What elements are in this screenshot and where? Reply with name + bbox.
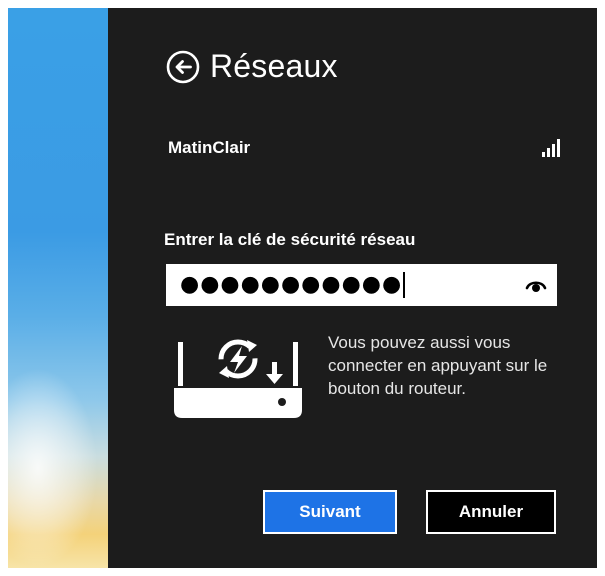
router-wps-icon [174,339,302,418]
desktop-background [8,8,108,568]
network-name: MatinClair [168,138,251,157]
panel-header: Réseaux [166,48,338,85]
back-arrow-circle-icon[interactable] [166,50,200,84]
screen: Réseaux MatinClair Entrer la clé de sécu… [8,8,597,568]
security-key-input[interactable]: ●●●●●●●●●●● [166,264,557,306]
security-key-label: Entrer la clé de sécurité réseau [164,230,416,249]
text-caret [403,272,406,298]
eye-reveal-icon[interactable] [525,275,547,295]
security-key-value: ●●●●●●●●●●● [180,272,403,297]
wps-instructions: Vous pouvez aussi vous connecter en appu… [328,333,548,398]
page-title: Réseaux [210,48,338,84]
networks-charm-panel: Réseaux MatinClair Entrer la clé de sécu… [108,8,597,568]
wifi-signal-bars-icon [542,139,560,157]
cancel-button[interactable]: Annuler [426,490,556,534]
desktop-glow [8,368,98,568]
network-row: MatinClair [168,133,560,163]
next-button[interactable]: Suivant [263,490,397,534]
